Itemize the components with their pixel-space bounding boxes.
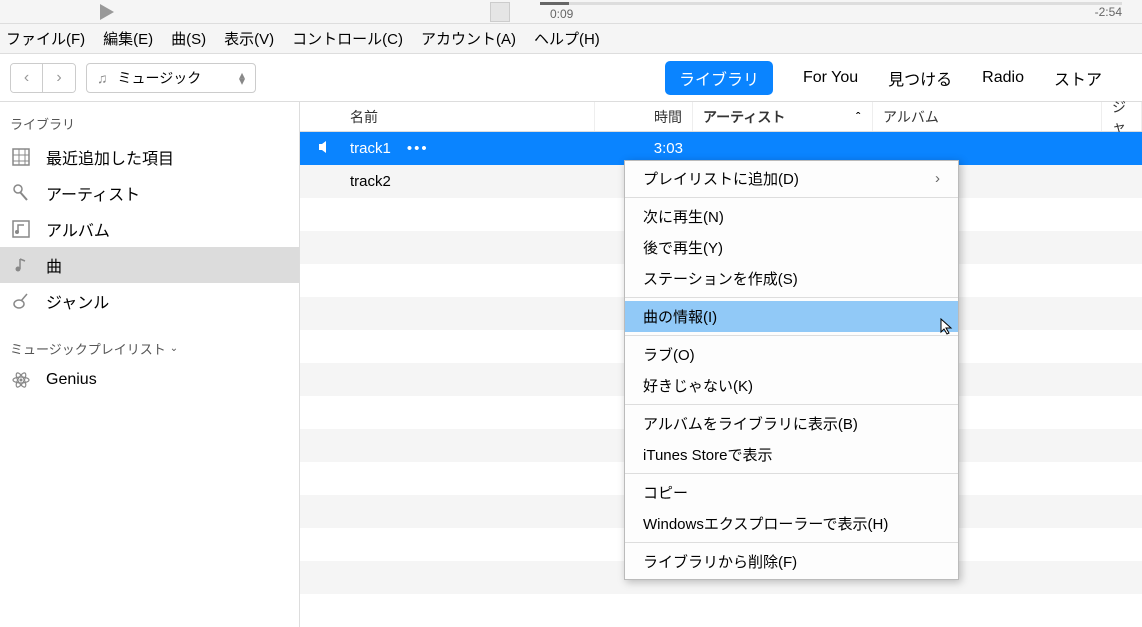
sidebar-item-recently-added[interactable]: 最近追加した項目 bbox=[0, 139, 299, 175]
cell-time: 3:03 bbox=[595, 140, 693, 157]
cm-song-info[interactable]: 曲の情報(I) bbox=[625, 301, 958, 332]
tab-browse[interactable]: 見つける bbox=[888, 66, 952, 90]
cell-name: track2 bbox=[300, 173, 595, 190]
cm-show-store[interactable]: iTunes Storeで表示 bbox=[625, 439, 958, 470]
mic-icon bbox=[10, 183, 32, 203]
col-album[interactable]: アルバム bbox=[873, 102, 1102, 131]
chevron-right-icon: › bbox=[56, 69, 61, 87]
music-note-icon: ♫ bbox=[97, 70, 108, 86]
sidebar-item-songs[interactable]: 曲 bbox=[0, 247, 299, 283]
cm-play-later[interactable]: 後で再生(Y) bbox=[625, 232, 958, 263]
tab-for-you[interactable]: For You bbox=[803, 69, 858, 87]
cm-copy[interactable]: コピー bbox=[625, 477, 958, 508]
album-art-mini[interactable] bbox=[490, 2, 510, 22]
progress-bar[interactable] bbox=[540, 2, 1122, 5]
main-tabs: ライブラリ For You 見つける Radio ストア bbox=[665, 61, 1132, 95]
sidebar-item-albums[interactable]: アルバム bbox=[0, 211, 299, 247]
grid-icon bbox=[10, 147, 32, 167]
cm-show-album[interactable]: アルバムをライブラリに表示(B) bbox=[625, 408, 958, 439]
cm-separator bbox=[625, 473, 958, 474]
album-icon bbox=[10, 219, 32, 239]
menu-bar: ファイル(F) 編集(E) 曲(S) 表示(V) コントロール(C) アカウント… bbox=[0, 24, 1142, 54]
track-name: track2 bbox=[350, 173, 391, 190]
sidebar-item-label: ジャンル bbox=[46, 289, 109, 313]
toolbar: ‹ › ♫ ミュージック ▴▾ ライブラリ For You 見つける Radio… bbox=[0, 54, 1142, 102]
chevron-left-icon: ‹ bbox=[24, 69, 29, 87]
more-icon[interactable]: ••• bbox=[407, 140, 429, 157]
sidebar-item-label: 最近追加した項目 bbox=[46, 145, 174, 169]
cm-separator bbox=[625, 197, 958, 198]
cm-separator bbox=[625, 404, 958, 405]
cm-love[interactable]: ラブ(O) bbox=[625, 339, 958, 370]
category-selector[interactable]: ♫ ミュージック ▴▾ bbox=[86, 63, 256, 93]
menu-edit[interactable]: 編集(E) bbox=[103, 28, 153, 49]
cm-create-station[interactable]: ステーションを作成(S) bbox=[625, 263, 958, 294]
col-name[interactable]: 名前 bbox=[300, 102, 595, 131]
context-menu: プレイリストに追加(D) › 次に再生(N) 後で再生(Y) ステーションを作成… bbox=[624, 160, 959, 580]
play-icon[interactable] bbox=[100, 4, 114, 20]
chevron-down-icon: ⌄ bbox=[170, 343, 178, 354]
tab-radio[interactable]: Radio bbox=[982, 69, 1024, 87]
cm-play-next[interactable]: 次に再生(N) bbox=[625, 201, 958, 232]
col-genre[interactable]: ジャ bbox=[1102, 102, 1142, 131]
speaker-icon bbox=[318, 140, 334, 158]
remaining-time: -2:54 bbox=[1095, 5, 1122, 19]
sidebar-playlists-header[interactable]: ミュージックプレイリスト ⌄ bbox=[0, 333, 299, 364]
track-name: track1 bbox=[350, 140, 391, 157]
menu-account[interactable]: アカウント(A) bbox=[421, 28, 516, 49]
sidebar-item-genius[interactable]: Genius bbox=[0, 364, 299, 396]
cm-separator bbox=[625, 297, 958, 298]
guitar-icon bbox=[10, 291, 32, 311]
col-time[interactable]: 時間 bbox=[595, 102, 693, 131]
forward-button[interactable]: › bbox=[43, 64, 75, 92]
menu-song[interactable]: 曲(S) bbox=[171, 28, 206, 49]
updown-icon: ▴▾ bbox=[239, 72, 245, 84]
back-button[interactable]: ‹ bbox=[11, 64, 43, 92]
cm-separator bbox=[625, 335, 958, 336]
progress-fill bbox=[540, 2, 569, 5]
note-icon bbox=[10, 255, 32, 275]
nav-buttons: ‹ › bbox=[10, 63, 76, 93]
category-label: ミュージック bbox=[118, 68, 202, 88]
tab-library[interactable]: ライブラリ bbox=[665, 61, 773, 95]
chevron-right-icon: › bbox=[935, 170, 940, 187]
menu-controls[interactable]: コントロール(C) bbox=[292, 28, 403, 49]
table-row[interactable] bbox=[300, 594, 1142, 627]
column-headers: 名前 時間 アーティスト ˆ アルバム ジャ bbox=[300, 102, 1142, 132]
elapsed-time: 0:09 bbox=[550, 7, 573, 21]
sidebar-item-label: アルバム bbox=[46, 217, 110, 241]
menu-file[interactable]: ファイル(F) bbox=[6, 28, 85, 49]
atom-icon bbox=[10, 370, 32, 390]
cell-name: track1 ••• bbox=[300, 140, 595, 157]
cm-separator bbox=[625, 542, 958, 543]
sidebar-item-genres[interactable]: ジャンル bbox=[0, 283, 299, 319]
sidebar-item-label: アーティスト bbox=[46, 181, 140, 205]
menu-help[interactable]: ヘルプ(H) bbox=[534, 28, 600, 49]
cm-add-to-playlist[interactable]: プレイリストに追加(D) › bbox=[625, 163, 958, 194]
sidebar-item-label: Genius bbox=[46, 371, 97, 389]
sidebar: ライブラリ 最近追加した項目 アーティスト アルバム 曲 ジャンル ミュージック… bbox=[0, 102, 300, 627]
sort-ascending-icon: ˆ bbox=[856, 110, 860, 124]
cm-show-explorer[interactable]: Windowsエクスプローラーで表示(H) bbox=[625, 508, 958, 539]
sidebar-library-header: ライブラリ bbox=[0, 108, 299, 139]
player-bar: 0:09 -2:54 bbox=[0, 0, 1142, 24]
cm-dislike[interactable]: 好きじゃない(K) bbox=[625, 370, 958, 401]
col-artist[interactable]: アーティスト ˆ bbox=[693, 102, 873, 131]
sidebar-item-label: 曲 bbox=[46, 253, 62, 277]
menu-view[interactable]: 表示(V) bbox=[224, 28, 274, 49]
tab-store[interactable]: ストア bbox=[1054, 66, 1102, 90]
sidebar-item-artists[interactable]: アーティスト bbox=[0, 175, 299, 211]
cm-delete[interactable]: ライブラリから削除(F) bbox=[625, 546, 958, 577]
